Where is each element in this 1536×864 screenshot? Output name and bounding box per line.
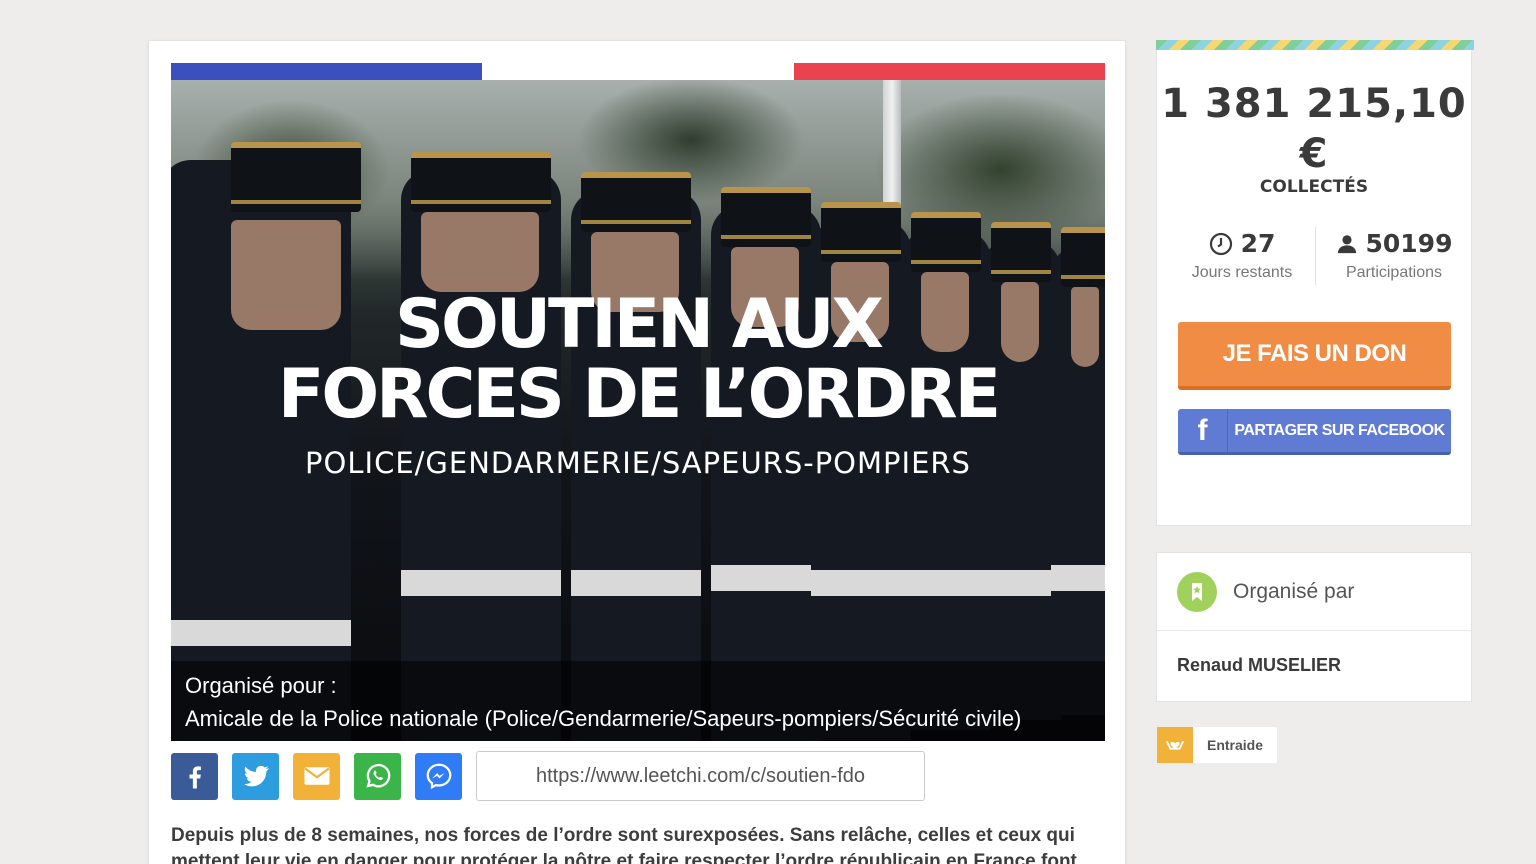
collected-label: COLLECTÉS (1259, 177, 1369, 197)
organizer-name[interactable]: Renaud MUSELIER (1157, 631, 1471, 700)
badge-icon (1177, 571, 1217, 612)
organizer-label: Organisé par (1233, 579, 1355, 603)
flag-red (793, 63, 1105, 80)
share-facebook-label: PARTAGER SUR FACEBOOK (1234, 421, 1445, 439)
participants-value: 50199 (1365, 229, 1453, 258)
flag-blue (171, 63, 483, 80)
funding-stats-card: 1 381 215,10 € COLLECTÉS 27 Jours restan… (1156, 40, 1474, 526)
share-whatsapp-button[interactable] (354, 752, 401, 800)
amount-collected: 1 381 215,10 € (1157, 79, 1471, 179)
facebook-icon: f (1178, 409, 1228, 452)
days-label: Jours restants (1191, 264, 1293, 281)
decorative-stripe (1156, 40, 1474, 50)
organizer-card: Organisé par Renaud MUSELIER (1156, 552, 1472, 702)
organizer-header: Organisé par (1157, 553, 1471, 631)
twitter-icon (243, 765, 269, 787)
share-messenger-button[interactable] (415, 752, 462, 800)
category-tag[interactable]: Entraide (1157, 727, 1278, 763)
french-flag-strip (171, 63, 1105, 80)
banner-subtitle: POLICE/GENDARMERIE/SAPEURS-POMPIERS (305, 446, 971, 480)
beneficiary-overlay: Organisé pour : Amicale de la Police nat… (171, 661, 1105, 741)
email-icon (303, 767, 330, 785)
hands-heart-icon (1157, 727, 1193, 763)
banner-title-line1: SOUTIEN AUX (395, 285, 884, 364)
whatsapp-icon (365, 763, 390, 788)
share-bar: https://www.leetchi.com/c/soutien-fdo (171, 751, 925, 801)
facebook-icon (189, 766, 201, 789)
stats-divider (1315, 227, 1316, 285)
user-icon (1337, 234, 1356, 253)
share-facebook-large-button[interactable]: f PARTAGER SUR FACEBOOK (1178, 409, 1451, 455)
campaign-url-field[interactable]: https://www.leetchi.com/c/soutien-fdo (476, 751, 925, 801)
days-value: 27 (1240, 229, 1276, 258)
donate-button[interactable]: JE FAIS UN DON (1178, 322, 1451, 390)
share-facebook-button[interactable] (171, 752, 218, 800)
share-email-button[interactable] (293, 752, 340, 800)
category-label: Entraide (1207, 737, 1264, 753)
campaign-banner: SOUTIEN AUX FORCES DE L’ORDRE POLICE/GEN… (171, 63, 1105, 741)
participants-count: 50199 Participations (1319, 229, 1469, 282)
clock-icon (1209, 232, 1232, 255)
days-remaining: 27 Jours restants (1167, 229, 1317, 282)
amount-value: 1 381 215,10 (1161, 81, 1467, 127)
campaign-description: Depuis plus de 8 semaines, nos forces de… (171, 825, 1077, 864)
flag-white (482, 63, 794, 80)
share-twitter-button[interactable] (232, 752, 279, 800)
campaign-card: SOUTIEN AUX FORCES DE L’ORDRE POLICE/GEN… (148, 40, 1126, 864)
banner-title-line2: FORCES DE L’ORDRE (277, 355, 1001, 434)
beneficiary-name: Amicale de la Police nationale (Police/G… (185, 706, 1022, 731)
messenger-icon (426, 763, 451, 790)
participants-label: Participations (1345, 264, 1443, 281)
beneficiary-label: Organisé pour : (185, 673, 337, 698)
currency-symbol: € (1299, 131, 1329, 177)
